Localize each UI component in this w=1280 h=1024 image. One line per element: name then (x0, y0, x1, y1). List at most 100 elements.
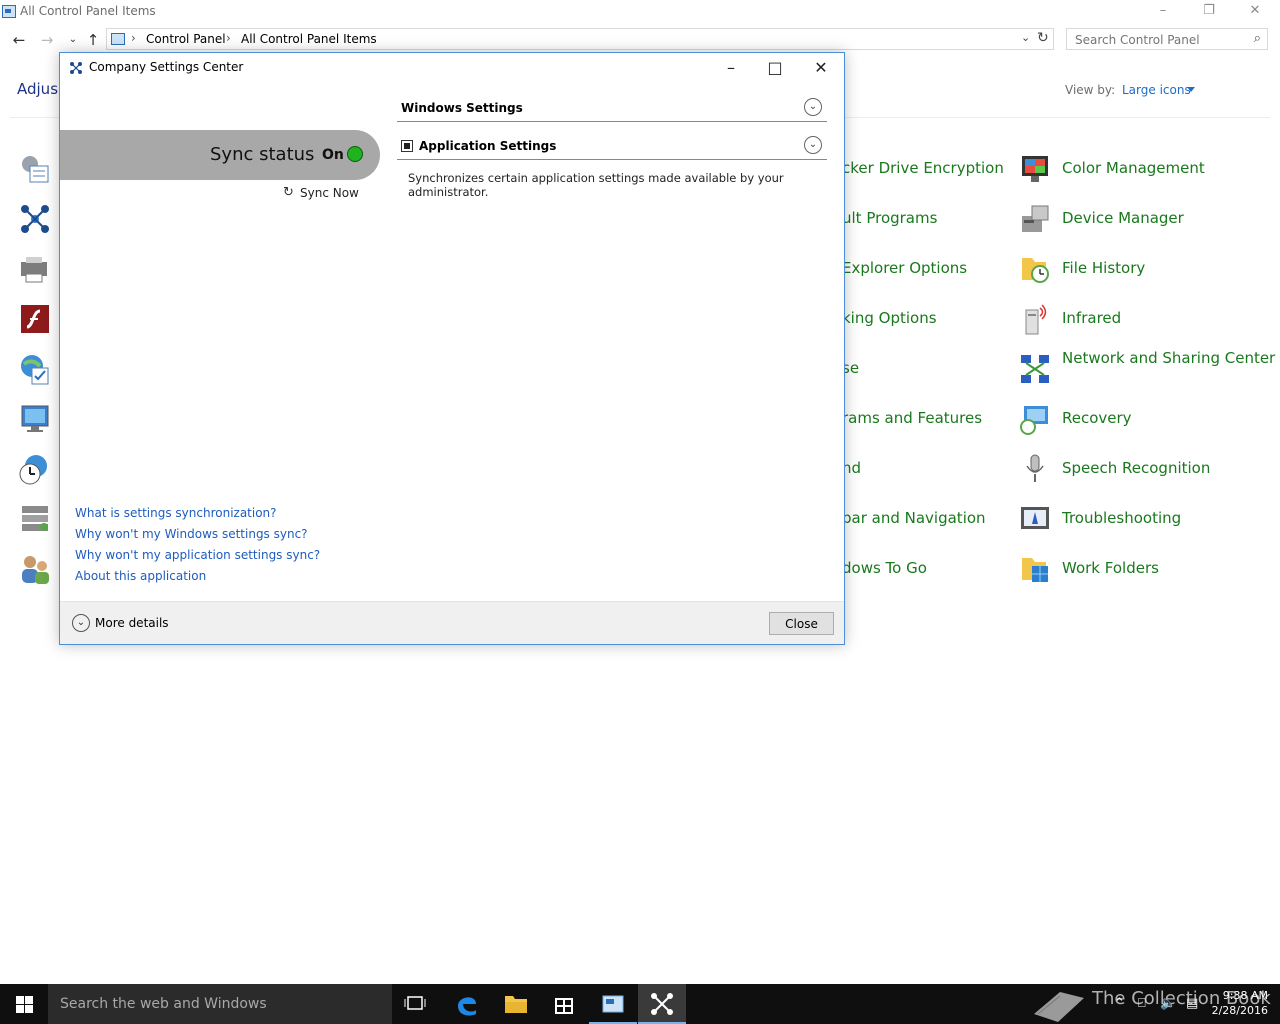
dialog-maximize-button[interactable]: □ (752, 53, 798, 83)
view-by-dropdown-arrow-icon[interactable] (1187, 87, 1195, 92)
cp-item-taskbar-navigation[interactable]: bar and Navigation (842, 508, 986, 529)
forward-arrow-icon[interactable]: → (38, 31, 56, 49)
network-sharing-icon[interactable] (1018, 352, 1052, 386)
application-settings-title: Application Settings (419, 139, 557, 153)
restore-button[interactable]: ❐ (1186, 0, 1232, 24)
microphone-icon[interactable] (1018, 452, 1052, 486)
dialog-minimize-button[interactable]: – (708, 53, 754, 83)
taskbar-clock[interactable]: 9:38 AM 2/28/2016 (1210, 988, 1268, 1018)
cp-item-bitlocker[interactable]: cker Drive Encryption (842, 158, 1004, 179)
troubleshooting-icon[interactable] (1018, 502, 1052, 536)
sync-now-link[interactable]: Sync Now (300, 186, 359, 200)
control-panel-titlebar: All Control Panel Items – ❐ ✕ (0, 0, 1280, 24)
search-input[interactable] (1075, 30, 1245, 50)
back-arrow-icon[interactable]: ← (10, 31, 28, 49)
date-time-icon[interactable] (18, 452, 52, 486)
cp-item-default-programs[interactable]: ult Programs (842, 208, 937, 229)
more-details-chevron-icon[interactable]: ⌄ (72, 614, 90, 632)
breadcrumb-separator-icon[interactable]: › (226, 31, 231, 45)
cp-item-network-sharing[interactable]: Network and Sharing Center (1062, 348, 1275, 369)
location-icon (111, 33, 125, 45)
store-icon[interactable] (540, 984, 588, 1024)
company-settings-dialog: Company Settings Center – □ ✕ Sync statu… (59, 52, 845, 645)
file-explorer-icon[interactable] (492, 984, 540, 1024)
address-dropdown-icon[interactable]: ⌄ (1021, 31, 1030, 44)
cp-item-windows-to-go[interactable]: dows To Go (842, 558, 927, 579)
link-about-application[interactable]: About this application (75, 569, 206, 583)
display-icon[interactable] (18, 402, 52, 436)
cp-item-programs-and-features[interactable]: rams and Features (842, 408, 982, 429)
close-button[interactable]: Close (769, 612, 834, 635)
windows-settings-expand-icon[interactable]: ⌄ (804, 98, 822, 116)
color-management-icon[interactable] (1018, 152, 1052, 186)
cp-item-file-history[interactable]: File History (1062, 258, 1145, 279)
storage-spaces-icon[interactable] (18, 502, 52, 536)
application-settings-expand-icon[interactable]: ⌄ (804, 136, 822, 154)
search-box[interactable]: ⌕ (1066, 28, 1268, 50)
taskbar-search-box[interactable]: Search the web and Windows (48, 984, 392, 1024)
cp-item-troubleshooting[interactable]: Troubleshooting (1062, 508, 1181, 529)
edge-browser-icon[interactable] (443, 984, 491, 1024)
close-window-button[interactable]: ✕ (1232, 0, 1278, 24)
page-heading: Adjus (17, 80, 59, 98)
cp-item-work-folders[interactable]: Work Folders (1062, 558, 1159, 579)
action-center-tray-icon[interactable]: ▤ (1186, 996, 1198, 1011)
sync-on-indicator-icon (347, 146, 363, 162)
network-tray-icon[interactable]: ⎕ (1138, 996, 1146, 1011)
device-manager-icon[interactable] (1018, 202, 1052, 236)
task-view-icon[interactable] (392, 984, 440, 1024)
sync-status-panel: Sync status On (60, 130, 380, 180)
address-bar: ← → ⌄ ↑ › Control Panel › All Control Pa… (0, 28, 1280, 52)
link-app-sync-help[interactable]: Why won't my application settings sync? (75, 548, 320, 562)
taskbar: Search the web and Windows The Collectio… (0, 984, 1280, 1024)
recent-locations-chevron-icon[interactable]: ⌄ (64, 34, 82, 45)
window-title: All Control Panel Items (20, 4, 156, 18)
show-hidden-icons-chevron-icon[interactable]: ⌃ (1114, 996, 1125, 1011)
volume-tray-icon[interactable]: 🔈 (1160, 996, 1176, 1011)
flash-player-icon[interactable] (18, 302, 52, 336)
cp-item-device-manager[interactable]: Device Manager (1062, 208, 1184, 229)
recovery-icon[interactable] (1018, 402, 1052, 436)
dialog-title: Company Settings Center (89, 60, 244, 74)
application-settings-checkbox[interactable] (401, 140, 413, 152)
cp-item-indexing-options[interactable]: king Options (842, 308, 937, 329)
cp-item-color-management[interactable]: Color Management (1062, 158, 1205, 179)
breadcrumb-control-panel[interactable]: Control Panel (146, 32, 226, 46)
dialog-footer: ⌄ More details Close (60, 601, 844, 644)
cp-item-infrared[interactable]: Infrared (1062, 308, 1121, 329)
breadcrumb-separator-icon[interactable]: › (131, 31, 136, 45)
admin-tools-icon[interactable] (18, 152, 52, 186)
up-arrow-icon[interactable]: ↑ (84, 31, 102, 49)
work-folders-icon[interactable] (1018, 552, 1052, 586)
minimize-button[interactable]: – (1140, 0, 1186, 24)
infrared-icon[interactable] (1018, 302, 1052, 336)
search-icon[interactable]: ⌕ (1254, 31, 1261, 46)
windows-start-icon[interactable] (0, 984, 48, 1024)
dialog-close-x-button[interactable]: ✕ (798, 53, 844, 83)
watermark-book-logo-icon (1034, 992, 1084, 1022)
file-history-icon[interactable] (1018, 252, 1052, 286)
refresh-icon[interactable]: ↻ (1037, 30, 1049, 46)
link-windows-sync-help[interactable]: Why won't my Windows settings sync? (75, 527, 308, 541)
company-settings-icon[interactable] (18, 202, 52, 236)
sync-refresh-icon[interactable]: ↻ (283, 185, 294, 200)
cp-item-speech-recognition[interactable]: Speech Recognition (1062, 458, 1210, 479)
view-by-label: View by: (1065, 83, 1116, 97)
application-settings-section[interactable]: Application Settings ⌄ (397, 136, 827, 160)
application-settings-description: Synchronizes certain application setting… (408, 171, 784, 199)
sync-status-label: Sync status (210, 144, 315, 165)
windows-settings-section[interactable]: Windows Settings ⌄ (397, 98, 827, 122)
link-what-is-sync[interactable]: What is settings synchronization? (75, 506, 277, 520)
user-accounts-icon[interactable] (18, 552, 52, 586)
more-details-toggle[interactable]: More details (95, 616, 169, 630)
cp-item-file-explorer-options[interactable]: Explorer Options (842, 258, 967, 279)
address-box[interactable]: › Control Panel › All Control Panel Item… (106, 28, 1054, 50)
sync-status-value: On (322, 147, 344, 163)
cp-item-recovery[interactable]: Recovery (1062, 408, 1132, 429)
breadcrumb-all-items[interactable]: All Control Panel Items (241, 32, 377, 46)
control-panel-taskbar-icon[interactable] (589, 984, 637, 1024)
internet-options-icon[interactable] (18, 352, 52, 386)
devices-printers-icon[interactable] (18, 252, 52, 286)
company-settings-taskbar-icon[interactable] (638, 984, 686, 1024)
view-by-dropdown[interactable]: Large icons (1122, 83, 1191, 97)
